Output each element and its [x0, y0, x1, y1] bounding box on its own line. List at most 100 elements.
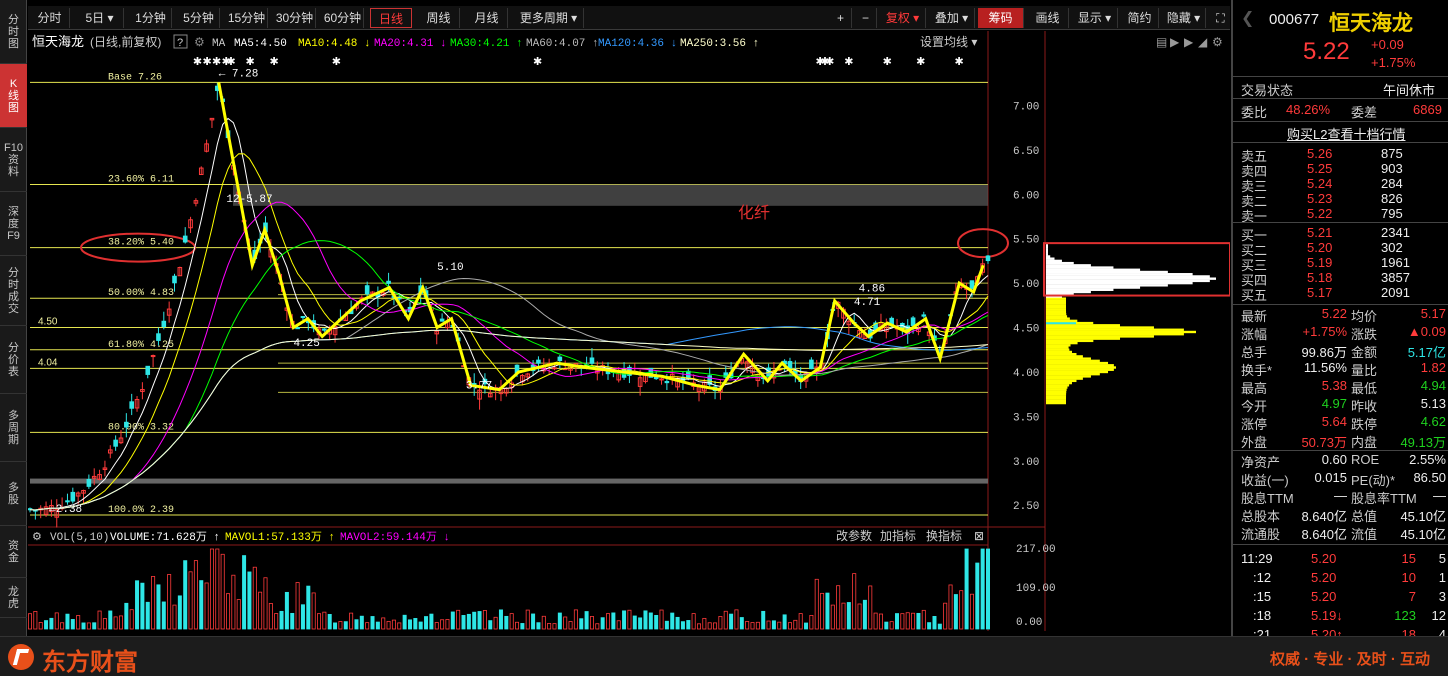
price-tick: 4.00: [1013, 368, 1039, 380]
sector-label: 化纤: [738, 204, 770, 222]
marker-star: ✱: [193, 56, 202, 68]
period-tab-8[interactable]: 周线: [418, 8, 460, 28]
volume-bar: [343, 621, 348, 630]
chart-tool-icon-1[interactable]: ▶: [1170, 35, 1180, 49]
volume-bar: [279, 610, 284, 630]
period-tab-10[interactable]: 更多周期 ▾: [514, 8, 584, 28]
left-sidebar: 分时图 K 线图 F10 资料深度 F9 分时成交分价表多周期多股资金龙虎: [0, 0, 27, 636]
price-annotation: 5.10: [437, 262, 463, 274]
candle: [653, 376, 659, 380]
marker-star: ✱: [246, 56, 255, 68]
vol-button-1[interactable]: 加指标: [880, 528, 916, 543]
sidebar-item-6[interactable]: 多周期: [0, 394, 27, 462]
volume-bar: [664, 620, 669, 630]
sidebar-item-9[interactable]: 龙虎: [0, 578, 27, 618]
toolbar-button-2[interactable]: 复权 ▾: [880, 8, 926, 28]
sidebar-item-label: 资: [8, 539, 19, 552]
tick-list: 11:29 5.20 15 5:12 5.20 10 1:15 5.20 7 3:18 5.19↓ 1…: [1233, 0, 1448, 642]
sidebar-item-label: K: [9, 77, 18, 90]
volume-bar: [782, 614, 787, 630]
candle: [664, 381, 670, 384]
period-tab-5[interactable]: 30分钟: [274, 8, 316, 28]
chart-tool-icon-4[interactable]: ⚙: [1212, 35, 1223, 49]
sidebar-item-label: 虎: [8, 597, 19, 610]
vol-button-0[interactable]: 改参数: [836, 528, 872, 543]
period-tab-1[interactable]: 5日 ▾: [76, 8, 124, 28]
candle: [364, 285, 370, 295]
volume-bar: [402, 614, 407, 630]
vol-button-2[interactable]: 换指标: [926, 528, 962, 543]
volume-bar: [937, 623, 942, 630]
candle: [557, 356, 563, 362]
candle: [86, 479, 92, 487]
volume-bar: [895, 613, 900, 630]
sidebar-item-label: 线: [8, 89, 19, 102]
candle: [921, 314, 927, 317]
sidebar-item-label: 周: [8, 421, 19, 434]
chart-tool-icon-0[interactable]: ▤: [1156, 35, 1167, 49]
price-annotation: 4.25: [293, 338, 319, 350]
volume-bar: [418, 621, 423, 630]
volume-bar: [429, 613, 434, 630]
period-tab-2[interactable]: 1分钟: [130, 8, 172, 28]
sidebar-item-label: F9: [7, 229, 20, 242]
ma-settings[interactable]: 设置均线 ▾: [920, 35, 977, 49]
chart-tool-icon-3[interactable]: ◢: [1198, 35, 1208, 49]
period-tab-0[interactable]: 分时: [30, 8, 70, 28]
period-tab-3[interactable]: 5分钟: [178, 8, 220, 28]
toolbar-button-7[interactable]: 简约: [1121, 8, 1159, 28]
help-icon[interactable]: ?: [177, 37, 183, 49]
sidebar-item-4[interactable]: 分时成交: [0, 256, 27, 326]
toolbar-button-3[interactable]: 叠加 ▾: [929, 8, 975, 28]
volume-bar: [670, 612, 675, 630]
sidebar-item-label: 时: [8, 278, 19, 291]
candle: [809, 359, 814, 370]
ma-item-6: MA120:4.36 ↓: [598, 38, 677, 50]
gear-icon[interactable]: ⚙: [194, 35, 205, 49]
sidebar-item-0[interactable]: 分时图: [0, 0, 27, 64]
volume-bar: [92, 622, 97, 630]
toolbar-button-0[interactable]: +: [830, 8, 852, 28]
candle: [659, 378, 664, 381]
sidebar-item-label: 金: [8, 551, 19, 564]
period-tab-9[interactable]: 月线: [466, 8, 508, 28]
period-tab-6[interactable]: 60分钟: [322, 8, 364, 28]
resistance-band: [233, 184, 988, 206]
sidebar-item-3[interactable]: 深度 F9: [0, 192, 27, 256]
quote-panel: ❮ 000677 恒天海龙 5.22 +0.09 +1.75% 交易状态 午间休…: [1231, 0, 1448, 642]
volume-bar: [504, 615, 509, 630]
volume-bar: [488, 620, 493, 630]
candle: [322, 328, 327, 331]
volume-bar: [450, 611, 455, 630]
candle: [156, 333, 161, 341]
toolbar-button-5[interactable]: 画线: [1027, 8, 1069, 28]
toolbar-button-1[interactable]: −: [855, 8, 877, 28]
tick-price: 5.20: [1311, 589, 1337, 604]
volume-bar: [884, 621, 889, 630]
tick-price: 5.19↓: [1311, 608, 1343, 623]
period-tab-7[interactable]: 日线: [370, 8, 412, 28]
sidebar-item-label: 龙: [8, 585, 19, 598]
close-icon[interactable]: ⊠: [974, 529, 984, 543]
toolbar-button-8[interactable]: 隐藏 ▾: [1162, 8, 1206, 28]
volume-bar: [862, 599, 867, 630]
toolbar-button-9[interactable]: ⛶: [1209, 8, 1233, 28]
ma-item-1: MA5:4.50: [234, 38, 287, 50]
sidebar-item-2[interactable]: F10 资料: [0, 128, 27, 192]
volume-bar: [327, 614, 332, 630]
chart-stock-name: 恒天海龙: [32, 34, 84, 49]
marker-star: ✱: [883, 56, 892, 68]
period-tab-4[interactable]: 15分钟: [226, 8, 268, 28]
volume-bar: [247, 571, 252, 630]
toolbar-button-6[interactable]: 显示 ▾: [1072, 8, 1118, 28]
sidebar-item-5[interactable]: 分价表: [0, 326, 27, 394]
toolbar-button-4[interactable]: 筹码: [978, 8, 1024, 28]
volume-bar: [825, 592, 830, 630]
tick-count: 12: [1431, 608, 1446, 623]
sidebar-item-1[interactable]: K线图: [0, 64, 27, 128]
marker-star: ✱: [332, 56, 341, 68]
chart-tool-icon-2[interactable]: ▶: [1184, 35, 1194, 49]
sidebar-item-7[interactable]: 多股: [0, 462, 27, 526]
brand-name: 东方财富: [42, 649, 138, 676]
sidebar-item-8[interactable]: 资金: [0, 526, 27, 578]
